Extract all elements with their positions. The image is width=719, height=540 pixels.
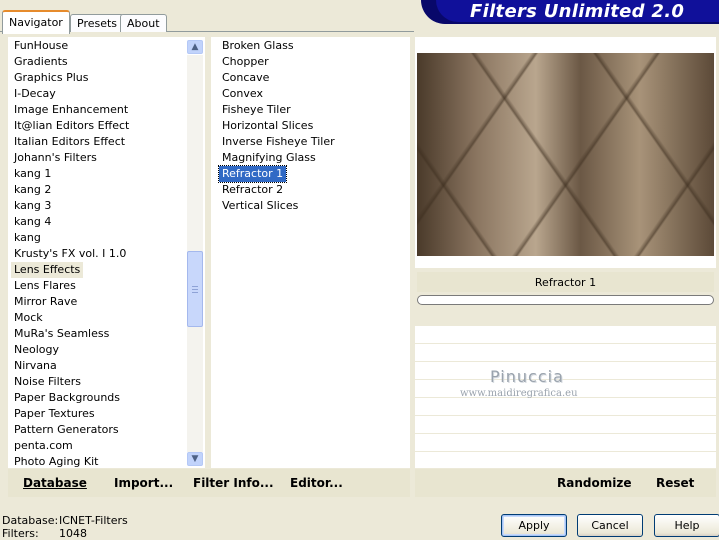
database-button[interactable]: Database (23, 476, 87, 490)
filter-list-item[interactable]: Fisheye Tiler (219, 102, 294, 118)
category-list-item[interactable]: It@lian Editors Effect (11, 118, 132, 134)
tab-presets[interactable]: Presets (70, 14, 125, 32)
category-list-item[interactable]: Gradients (11, 54, 71, 70)
category-list-item[interactable]: Photo Aging Kit (11, 454, 101, 470)
filter-list-item[interactable]: Magnifying Glass (219, 150, 319, 166)
scroll-grip (192, 292, 198, 293)
filter-list-item[interactable]: Concave (219, 70, 272, 86)
editor-button[interactable]: Editor... (290, 476, 343, 490)
category-list-item[interactable]: kang 2 (11, 182, 54, 198)
category-list-item[interactable]: Lens Effects (11, 262, 84, 278)
category-list-item[interactable]: Neology (11, 342, 62, 358)
tab-navigator[interactable]: Navigator (2, 10, 70, 34)
category-list-item[interactable]: Graphics Plus (11, 70, 91, 86)
cancel-button[interactable]: Cancel (577, 514, 643, 537)
help-button[interactable]: Help (654, 514, 719, 537)
chevron-down-icon: ▼ (191, 454, 199, 464)
watermark-name: Pinuccia (490, 367, 564, 386)
app-title: Filters Unlimited 2.0 (470, 1, 685, 22)
category-list-item[interactable]: Paper Backgrounds (11, 390, 123, 406)
category-list-item[interactable]: Mock (11, 310, 46, 326)
category-list-item[interactable]: Pattern Generators (11, 422, 122, 438)
category-list-item[interactable]: Image Enhancement (11, 102, 131, 118)
category-list-item[interactable]: Krusty's FX vol. I 1.0 (11, 246, 129, 262)
category-list-item[interactable]: kang 1 (11, 166, 54, 182)
category-list-item[interactable]: kang 3 (11, 198, 54, 214)
progress-bar (417, 295, 714, 305)
category-list-item[interactable]: Paper Textures (11, 406, 98, 422)
category-list-item[interactable]: penta.com (11, 438, 76, 454)
slider-row (415, 379, 716, 380)
watermark-url: www.maidiregrafica.eu (460, 388, 578, 399)
filter-list-item[interactable]: Chopper (219, 54, 272, 70)
category-list-item[interactable]: kang (11, 230, 44, 246)
category-list-item[interactable]: Italian Editors Effect (11, 134, 128, 150)
scroll-down-button[interactable]: ▼ (187, 452, 203, 466)
scroll-grip (192, 286, 198, 287)
scroll-up-button[interactable]: ▲ (187, 40, 203, 54)
slider-row (415, 343, 716, 344)
reset-button[interactable]: Reset (656, 476, 694, 490)
database-label: Database: (2, 514, 59, 527)
randomize-button[interactable]: Randomize (557, 476, 631, 490)
slider-row (415, 415, 716, 416)
category-list-item[interactable]: Nirvana (11, 358, 60, 374)
category-list-item[interactable]: Johann's Filters (11, 150, 100, 166)
category-list-item[interactable]: I-Decay (11, 86, 59, 102)
filter-list-item[interactable]: Vertical Slices (219, 198, 301, 214)
filter-preview-image (417, 53, 714, 256)
category-list-item[interactable]: Lens Flares (11, 278, 79, 294)
category-list-item[interactable]: Noise Filters (11, 374, 84, 390)
chevron-up-icon: ▲ (191, 42, 199, 52)
filter-list-item[interactable]: Refractor 2 (219, 182, 286, 198)
import-button[interactable]: Import... (114, 476, 173, 490)
category-list-item[interactable]: kang 4 (11, 214, 54, 230)
category-list-item[interactable]: MuRa's Seamless (11, 326, 112, 342)
category-list-item[interactable]: FunHouse (11, 38, 71, 54)
filters-count: 1048 (59, 527, 87, 540)
filter-list-item[interactable]: Broken Glass (219, 38, 297, 54)
filter-list-item[interactable]: Inverse Fisheye Tiler (219, 134, 338, 150)
scroll-grip (192, 289, 198, 290)
preview-caption: Refractor 1 (417, 272, 714, 292)
slider-row (415, 433, 716, 434)
filter-list-item[interactable]: Refractor 1 (217, 165, 288, 183)
filters-label: Filters: (2, 527, 39, 540)
apply-button[interactable]: Apply (501, 514, 567, 537)
tab-about[interactable]: About (120, 14, 167, 32)
slider-row (415, 451, 716, 452)
filter-info-button[interactable]: Filter Info... (193, 476, 274, 490)
filter-list-item[interactable]: Horizontal Slices (219, 118, 316, 134)
filter-list-item[interactable]: Convex (219, 86, 266, 102)
slider-row (415, 361, 716, 362)
category-list-item[interactable]: Mirror Rave (11, 294, 80, 310)
database-value: ICNET-Filters (59, 514, 128, 527)
